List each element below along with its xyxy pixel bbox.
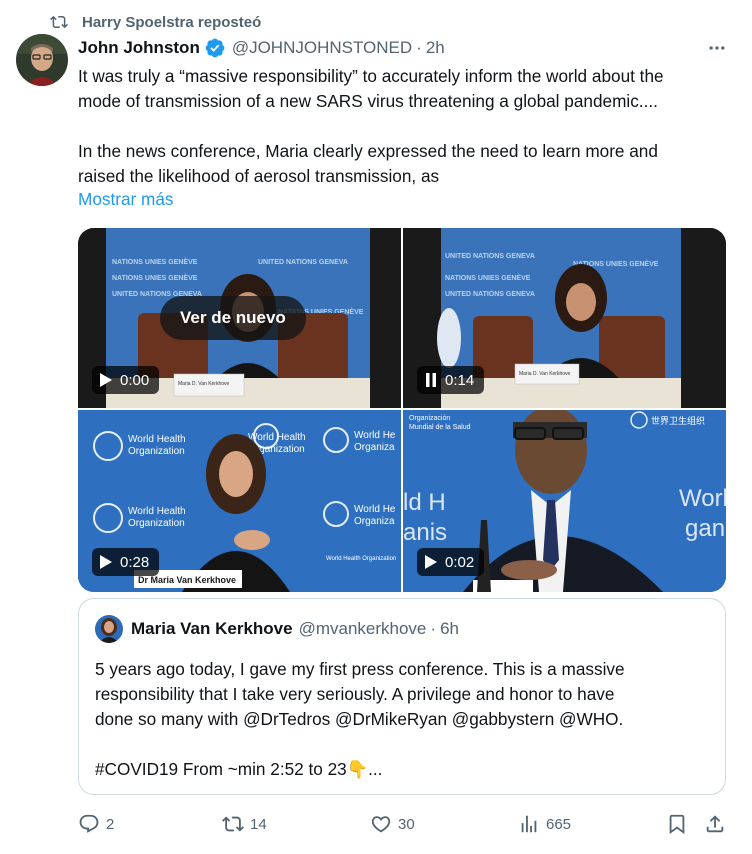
quoted-tweet-text: 5 years ago today, I gave my first press…: [95, 657, 705, 782]
tweet-text-line: In the news conference, Maria clearly ex…: [78, 141, 658, 161]
tweet-header: John Johnston @JOHNJOHNSTONED · 2h: [78, 36, 732, 60]
banner-text: UNITED NATIONS GENEVA: [445, 253, 535, 260]
lower-third-text: Dr Maria Van Kerkhove: [138, 575, 236, 585]
views-count: 665: [546, 815, 572, 833]
author-name[interactable]: John Johnston: [78, 38, 200, 58]
repost-button[interactable]: 14: [222, 812, 267, 836]
quoted-tweet[interactable]: Maria Van Kerkhove @mvankerkhove · 6h 5 …: [78, 598, 726, 795]
verified-badge-icon: [205, 38, 225, 58]
video-timer[interactable]: 0:00: [92, 366, 160, 394]
pause-icon: [426, 373, 436, 387]
logo-text: World Health: [128, 506, 186, 517]
separator-dot: ·: [430, 619, 437, 638]
logo-text: Mundial de la Salud: [409, 424, 471, 431]
quoted-text-line: done so many with @DrTedros @DrMikeRyan …: [95, 709, 624, 729]
video-time: 0:28: [120, 553, 150, 571]
separator-dot: ·: [416, 38, 422, 57]
logo-text: Organization: [128, 446, 185, 457]
banner-text: NATIONS UNIES GENÈVE: [112, 273, 198, 282]
views-button[interactable]: 665: [518, 812, 571, 836]
repost-label: Harry Spoelstra reposteó: [82, 13, 262, 31]
banner-text: NATIONS UNIES GENÈVE: [445, 273, 531, 282]
logo-text: Organization: [128, 518, 185, 529]
logo-text: World He: [354, 504, 396, 515]
banner-text: UNITED NATIONS GENEVA: [445, 291, 535, 298]
video-time: 0:02: [445, 553, 475, 571]
logo-text: Organización: [409, 415, 450, 422]
logo-text: ld H: [403, 489, 446, 516]
logo-text: anis: [403, 519, 447, 546]
logo-text: 世界卫生组织: [651, 415, 705, 426]
bookmark-button[interactable]: [666, 812, 688, 836]
quoted-text-line: responsibility that I take very seriousl…: [95, 684, 615, 704]
tweet-text-line: mode of transmission of a new SARS virus…: [78, 91, 658, 111]
banner-text: NATIONS UNIES GENÈVE: [112, 257, 198, 266]
author-handle[interactable]: @JOHNJOHNSTONED: [232, 38, 412, 58]
play-icon: [100, 373, 112, 387]
nameplate-text: Maria D. Van Kerkhove: [178, 381, 230, 387]
reply-count: 2: [106, 815, 115, 833]
quoted-tweet-time: 6h: [440, 619, 459, 638]
repost-icon: [222, 816, 244, 832]
replay-label: Ver de nuevo: [180, 308, 286, 327]
video-time: 0:00: [120, 371, 150, 389]
logo-text: World: [679, 485, 726, 512]
logo-text: Organiza: [354, 516, 395, 527]
author-avatar[interactable]: [16, 34, 68, 86]
replay-button[interactable]: Ver de nuevo: [160, 296, 306, 340]
repost-count: 14: [250, 815, 267, 833]
heart-icon: [371, 816, 391, 833]
reply-button[interactable]: 2: [78, 812, 114, 836]
quoted-text-line: #COVID19 From ~min 2:52 to 23👇...: [95, 759, 383, 779]
action-bar: 2 14 30 665: [78, 812, 728, 836]
logo-text: Organiza: [354, 442, 395, 453]
repost-icon: [50, 15, 68, 29]
logo-text: World Health: [248, 432, 306, 443]
media-grid: NATIONS UNIES GENÈVE UNITED NATIONS GENE…: [78, 228, 726, 592]
quoted-author-avatar: [95, 615, 123, 643]
like-button[interactable]: 30: [370, 812, 415, 836]
banner-text: UNITED NATIONS GENEVA: [258, 259, 348, 266]
repost-indicator[interactable]: Harry Spoelstra reposteó: [50, 12, 261, 32]
video-tile[interactable]: NATIONS UNIES GENÈVE UNITED NATIONS GENE…: [78, 228, 401, 408]
tweet-text-line: It was truly a “massive responsibility” …: [78, 66, 664, 86]
play-icon: [100, 555, 112, 569]
share-button[interactable]: [704, 812, 726, 836]
like-count: 30: [398, 815, 415, 833]
logo-text: World Health Organization: [326, 556, 396, 562]
reply-icon: [79, 814, 99, 833]
nameplate-text: Maria D. Van Kerkhove: [519, 371, 571, 377]
video-tile[interactable]: World Health Organization World Health O…: [78, 410, 401, 592]
quoted-author-name: Maria Van Kerkhove: [131, 619, 293, 638]
video-tile[interactable]: Organización Mundial de la Salud 世界卫生组织 …: [403, 410, 726, 592]
play-icon: [425, 555, 437, 569]
views-icon: [521, 815, 537, 833]
share-icon: [706, 815, 724, 833]
logo-text: World He: [354, 430, 396, 441]
video-timer[interactable]: 0:28: [92, 548, 160, 576]
video-tile[interactable]: UNITED NATIONS GENEVA NATIONS UNIES GENÈ…: [403, 228, 726, 408]
tweet-text: It was truly a “massive responsibility” …: [78, 64, 738, 189]
bookmark-icon: [669, 814, 685, 835]
quoted-text-line: 5 years ago today, I gave my first press…: [95, 659, 625, 679]
more-button[interactable]: [704, 38, 730, 58]
video-timer[interactable]: 0:14: [417, 366, 485, 394]
show-more-link[interactable]: Mostrar más: [78, 189, 174, 210]
logo-text: gan: [685, 515, 725, 542]
video-time: 0:14: [445, 371, 475, 389]
tweet-text-line: raised the likelihood of aerosol transmi…: [78, 166, 440, 186]
more-icon: [709, 46, 725, 50]
logo-text: World Health: [128, 434, 186, 445]
video-timer[interactable]: 0:02: [417, 548, 485, 576]
quoted-tweet-header: Maria Van Kerkhove @mvankerkhove · 6h: [95, 615, 459, 643]
tweet-time[interactable]: 2h: [426, 38, 445, 58]
quoted-author-handle: @mvankerkhove: [298, 619, 427, 638]
